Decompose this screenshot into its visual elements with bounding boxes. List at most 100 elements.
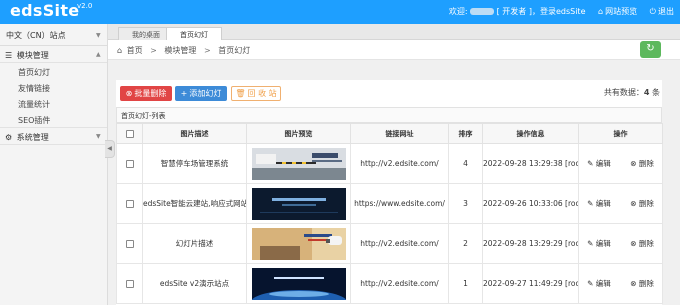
- home-icon: ⌂: [598, 7, 604, 16]
- menu-group-label: 模块管理: [16, 51, 49, 60]
- add-slide-label: 添加幻灯: [189, 89, 222, 98]
- delete-label: 删除: [638, 239, 654, 248]
- slide-description: 幻灯片描述: [142, 223, 247, 264]
- home-icon: ⌂: [117, 46, 123, 55]
- select-all-checkbox[interactable]: [125, 129, 134, 138]
- edit-icon: ✎: [587, 159, 594, 168]
- operation-info: 2022-09-28 13:29:29 [root]: [482, 223, 579, 264]
- chevron-left-icon: ◀: [107, 145, 112, 152]
- delete-label: 删除: [638, 279, 654, 288]
- operation-info: 2022-09-28 13:29:38 [root]: [482, 143, 579, 184]
- table-title: 首页幻灯-列表: [116, 107, 662, 123]
- breadcrumb-separator: >: [150, 46, 157, 55]
- row-checkbox[interactable]: [125, 200, 134, 208]
- edit-button[interactable]: ✎ 编辑: [587, 159, 611, 168]
- column-header: 链接网址: [350, 123, 449, 144]
- column-header: 图片描述: [142, 123, 247, 144]
- tab-bar: 我的桌面 首页幻灯: [108, 24, 680, 40]
- slide-thumbnail-earth: [251, 267, 346, 300]
- edit-button[interactable]: ✎ 编辑: [587, 199, 611, 208]
- delete-circle-icon: ⊗: [630, 239, 637, 248]
- delete-button[interactable]: ⊗ 删除: [630, 159, 654, 168]
- sidebar-item-traffic-stats[interactable]: 流量统计: [0, 95, 107, 111]
- slide-thumbnail-parking: [251, 147, 346, 180]
- link-url: https://www.edsite.com/: [350, 183, 449, 224]
- column-header: 操作: [578, 123, 663, 144]
- app-version: v2.0: [77, 2, 93, 10]
- delete-label: 删除: [638, 199, 654, 208]
- edit-icon: ✎: [587, 239, 594, 248]
- delete-label: 删除: [638, 159, 654, 168]
- slides-table: 图片描述 图片预览 链接网址 排序 操作信息 操作 智慧停车场管理系统 http…: [116, 123, 663, 304]
- table-header-row: 图片描述 图片预览 链接网址 排序 操作信息 操作: [116, 123, 663, 144]
- delete-button[interactable]: ⊗ 删除: [630, 279, 654, 288]
- menu-group-system[interactable]: ⚙ 系统管理 ▼: [0, 128, 107, 144]
- chevron-down-icon: ▼: [96, 32, 101, 39]
- delete-button[interactable]: ⊗ 删除: [630, 199, 654, 208]
- recycle-bin-label: 回 收 站: [247, 89, 277, 98]
- delete-button[interactable]: ⊗ 删除: [630, 239, 654, 248]
- row-checkbox[interactable]: [125, 280, 134, 288]
- trash-icon: 🗑: [235, 89, 246, 98]
- row-actions: ✎ 编辑 ⊗ 删除: [578, 183, 663, 224]
- delete-circle-icon: ⊗: [630, 159, 637, 168]
- total-prefix: 共有数据：: [603, 88, 644, 97]
- breadcrumb-modules[interactable]: 模块管理: [164, 46, 196, 55]
- table-row: edsSite智能云建站,响应式网站 https://www.edsite.co…: [116, 183, 663, 224]
- row-checkbox[interactable]: [125, 160, 134, 168]
- refresh-icon: ↻: [646, 43, 655, 54]
- edit-button[interactable]: ✎ 编辑: [587, 239, 611, 248]
- total-suffix: 条: [649, 88, 660, 97]
- menu-icon: ☰: [5, 51, 13, 60]
- sort-order: 2: [448, 223, 483, 264]
- user-area: 欢迎: [ 开发者 ]，登录edsSite ⌂ 网站预览 ⏻ 退出: [449, 6, 674, 17]
- main-panel: ⊗ 批量删除 + 添加幻灯 🗑 回 收 站 共有数据：4 条 首页幻灯-列表 图片描述…: [116, 80, 663, 305]
- table-row: 幻灯片描述 http://v2.edsite.com/ 2 2022-09-28…: [116, 223, 663, 264]
- edit-button[interactable]: ✎ 编辑: [587, 279, 611, 288]
- divider: [0, 144, 107, 145]
- link-url: http://v2.edsite.com/: [350, 263, 449, 304]
- tab-home-slides[interactable]: 首页幻灯: [166, 27, 222, 40]
- sidebar-item-seo-plugin[interactable]: SEO插件: [0, 111, 107, 127]
- row-actions: ✎ 编辑 ⊗ 删除: [578, 223, 663, 264]
- site-preview-label: 网站预览: [605, 7, 638, 16]
- delete-circle-icon: ⊗: [630, 279, 637, 288]
- sidebar-item-friend-links[interactable]: 友情链接: [0, 79, 107, 95]
- column-header: 操作信息: [482, 123, 579, 144]
- sidebar: 中文（CN）站点 ▼ ☰ 模块管理 ▲ 首页幻灯 友情链接 流量统计 SEO插件…: [0, 24, 108, 305]
- logout-link[interactable]: ⏻ 退出: [650, 7, 674, 16]
- batch-delete-label: 批量删除: [134, 89, 167, 98]
- recycle-bin-button[interactable]: 🗑 回 收 站: [231, 86, 281, 101]
- breadcrumb-current: 首页幻灯: [218, 46, 251, 55]
- refresh-button[interactable]: ↻: [640, 41, 661, 58]
- sidebar-collapse-handle[interactable]: ◀: [105, 140, 115, 158]
- breadcrumb-separator: >: [203, 46, 211, 55]
- delete-circle-icon: ⊗: [630, 199, 637, 208]
- edit-label: 编辑: [595, 279, 611, 288]
- breadcrumb-bar: ⌂ 首页 > 模块管理 > 首页幻灯 ↻: [108, 40, 680, 60]
- chevron-up-icon: ▲: [96, 51, 101, 58]
- menu-group-modules[interactable]: ☰ 模块管理 ▲: [0, 46, 107, 62]
- table-row: 智慧停车场管理系统 http://v2.edsite.com/ 4 2022-0…: [116, 143, 663, 184]
- row-checkbox[interactable]: [125, 240, 134, 248]
- site-selector[interactable]: 中文（CN）站点 ▼: [0, 24, 107, 46]
- slide-description: 智慧停车场管理系统: [142, 143, 247, 184]
- menu-group-label: 系统管理: [16, 133, 49, 142]
- site-preview-link[interactable]: ⌂ 网站预览: [598, 7, 637, 16]
- operation-info: 2022-09-26 10:33:06 [root]: [482, 183, 579, 224]
- close-circle-icon: ⊗: [125, 89, 133, 98]
- link-url: http://v2.edsite.com/: [350, 223, 449, 264]
- slide-thumbnail-camera: [251, 227, 346, 260]
- batch-delete-button[interactable]: ⊗ 批量删除: [120, 86, 172, 101]
- link-url: http://v2.edsite.com/: [350, 143, 449, 184]
- slide-description: edsSite v2演示站点: [142, 263, 247, 304]
- edit-label: 编辑: [595, 199, 611, 208]
- breadcrumb-home[interactable]: 首页: [127, 46, 143, 55]
- sidebar-item-home-slides[interactable]: 首页幻灯: [0, 63, 107, 79]
- add-slide-button[interactable]: + 添加幻灯: [175, 86, 227, 101]
- logout-label: 退出: [658, 7, 674, 16]
- plus-icon: +: [180, 89, 188, 98]
- sort-order: 1: [448, 263, 483, 304]
- chevron-down-icon: ▼: [96, 133, 101, 140]
- row-actions: ✎ 编辑 ⊗ 删除: [578, 263, 663, 304]
